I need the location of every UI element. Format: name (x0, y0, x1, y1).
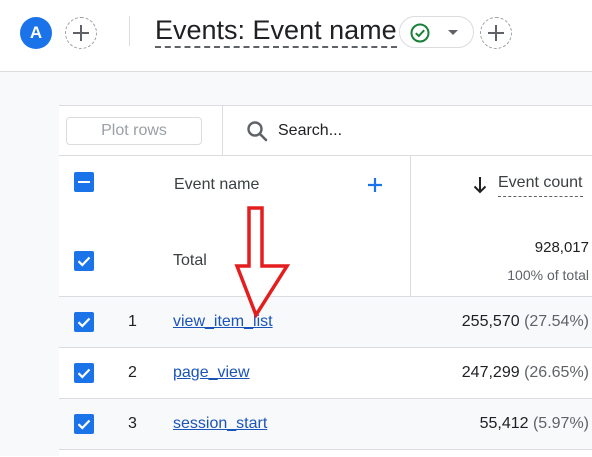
add-dimension-icon[interactable] (367, 177, 383, 193)
chevron-down-icon (448, 30, 458, 35)
table-row: 1 view_item_list 255,570 (27.54%) (59, 297, 592, 347)
count: 55,412 (479, 415, 529, 432)
divider (222, 106, 223, 156)
plus-icon (488, 25, 504, 41)
report-table-card: Plot rows Event name Event count Total 9… (59, 105, 592, 457)
row-index: 2 (128, 364, 137, 381)
count: 247,299 (461, 364, 520, 381)
checkmark-icon (77, 256, 91, 267)
event-count-value: 55,412 (5.97%) (480, 415, 589, 433)
table-row: 2 page_view 247,299 (26.65%) (59, 348, 592, 398)
total-value: 928,017 (534, 239, 589, 256)
avatar-letter: A (29, 23, 43, 42)
event-name-link[interactable]: session_start (173, 415, 267, 433)
event-name-link[interactable]: page_view (173, 364, 250, 382)
row-checkbox[interactable] (74, 414, 94, 434)
select-all-checkbox[interactable] (74, 172, 94, 192)
percentage: (5.97%) (532, 415, 589, 432)
search-icon (247, 121, 268, 142)
add-filter-button[interactable] (480, 17, 512, 49)
plot-rows-button[interactable]: Plot rows (66, 117, 202, 145)
event-count-value: 247,299 (26.65%) (462, 364, 589, 382)
total-label: Total (173, 252, 207, 269)
sort-descending-icon[interactable] (472, 175, 488, 195)
red-down-arrow-annotation (234, 206, 291, 318)
plus-icon (73, 25, 89, 41)
row-index: 1 (128, 313, 137, 330)
table-row: 3 session_start 55,412 (5.97%) (59, 399, 592, 449)
row-checkbox[interactable] (74, 312, 94, 332)
divider (59, 449, 592, 450)
divider (410, 156, 411, 297)
checkmark-icon (77, 419, 91, 430)
percentage: (26.65%) (524, 364, 589, 381)
row-checkbox[interactable] (74, 363, 94, 383)
dimension-column-header[interactable]: Event name (174, 176, 259, 194)
total-share: 100% of total (507, 267, 589, 283)
top-bar: A Events: Event name (0, 0, 592, 72)
checkmark-icon (77, 368, 91, 379)
check-circle-icon (410, 23, 430, 43)
divider (129, 16, 130, 46)
page-title[interactable]: Events: Event name (155, 15, 397, 48)
row-index: 3 (128, 415, 137, 432)
checkmark-icon (77, 317, 91, 328)
add-comparison-button[interactable] (65, 17, 97, 49)
report-canvas: Plot rows Event name Event count Total 9… (0, 72, 592, 457)
total-checkbox[interactable] (74, 251, 94, 271)
divider (59, 155, 592, 156)
count: 255,570 (461, 313, 520, 330)
avatar[interactable]: A (20, 17, 52, 49)
percentage: (27.54%) (524, 313, 589, 330)
search-input[interactable] (278, 118, 578, 144)
event-count-value: 255,570 (27.54%) (462, 313, 589, 331)
status-dropdown[interactable] (399, 16, 474, 48)
metric-column-header[interactable]: Event count (498, 174, 583, 197)
